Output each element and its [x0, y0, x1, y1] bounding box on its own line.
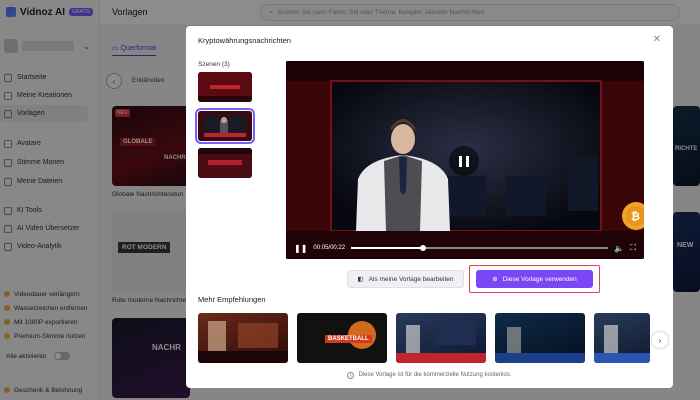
- button-label: Diese Vorlage verwenden: [502, 275, 577, 283]
- footer-note-text: Diese Vorlage ist für die kommerzielle N…: [358, 372, 512, 378]
- recommendation-card[interactable]: [495, 313, 585, 363]
- rec-text: BASKETBALL: [325, 335, 372, 343]
- more-recommendations-label: Mehr Empfehlungen: [198, 295, 266, 304]
- rec-image: [594, 325, 650, 363]
- scene-2-image: [198, 111, 252, 141]
- rec-image: [396, 321, 486, 363]
- footer-note: i Diese Vorlage ist für die kommerzielle…: [186, 372, 673, 379]
- recommendation-card[interactable]: [594, 313, 650, 363]
- player-controls: ❚❚ 00:05/00:22 🔈 ⛶: [286, 237, 644, 259]
- progress-fill: [351, 247, 424, 249]
- edit-icon: ◧: [357, 276, 364, 283]
- video-player[interactable]: ₿ ❚❚ 00:05/00:22 🔈 ⛶: [286, 61, 644, 259]
- fullscreen-icon[interactable]: ⛶: [630, 243, 636, 253]
- scene-1-image: [198, 72, 252, 102]
- scene-thumbnail-1[interactable]: [198, 72, 252, 102]
- close-icon[interactable]: ✕: [653, 34, 661, 45]
- edit-as-my-template-button[interactable]: ◧ Als meine Vorlage bearbeiten: [347, 270, 464, 288]
- chevron-right-icon[interactable]: ›: [652, 332, 668, 348]
- recommendation-card[interactable]: [198, 313, 288, 363]
- template-preview-dialog: Kryptowährungsnachrichten ✕ Szenen (3) ₿…: [186, 26, 673, 388]
- pause-icon[interactable]: [449, 146, 479, 176]
- modal-title: Kryptowährungsnachrichten: [198, 36, 291, 45]
- progress-knob[interactable]: [420, 245, 427, 251]
- progress-bar[interactable]: [351, 245, 609, 251]
- pause-bar: [466, 155, 469, 167]
- scene-thumbnail-3[interactable]: [198, 148, 252, 178]
- rec-image: [495, 327, 585, 363]
- info-icon: i: [347, 372, 355, 379]
- svg-text:₿: ₿: [631, 211, 640, 223]
- recommendation-card[interactable]: BASKETBALL: [297, 313, 387, 363]
- plus-circle-icon: ⊕: [492, 276, 498, 283]
- button-label: Als meine Vorlage bearbeiten: [368, 275, 454, 283]
- time-label: 00:05/00:22: [313, 245, 346, 251]
- scene-thumbnail-2[interactable]: [195, 108, 255, 144]
- use-template-button[interactable]: ⊕ Diese Vorlage verwenden: [476, 270, 593, 288]
- scenes-label: Szenen (3): [198, 61, 230, 68]
- volume-icon[interactable]: 🔈: [614, 244, 624, 253]
- scene-3-image: [198, 148, 252, 178]
- recommendation-card[interactable]: [396, 313, 486, 363]
- rec-image: [198, 321, 288, 363]
- pause-bar: [459, 155, 462, 167]
- pause-small-icon[interactable]: ❚❚: [294, 244, 307, 253]
